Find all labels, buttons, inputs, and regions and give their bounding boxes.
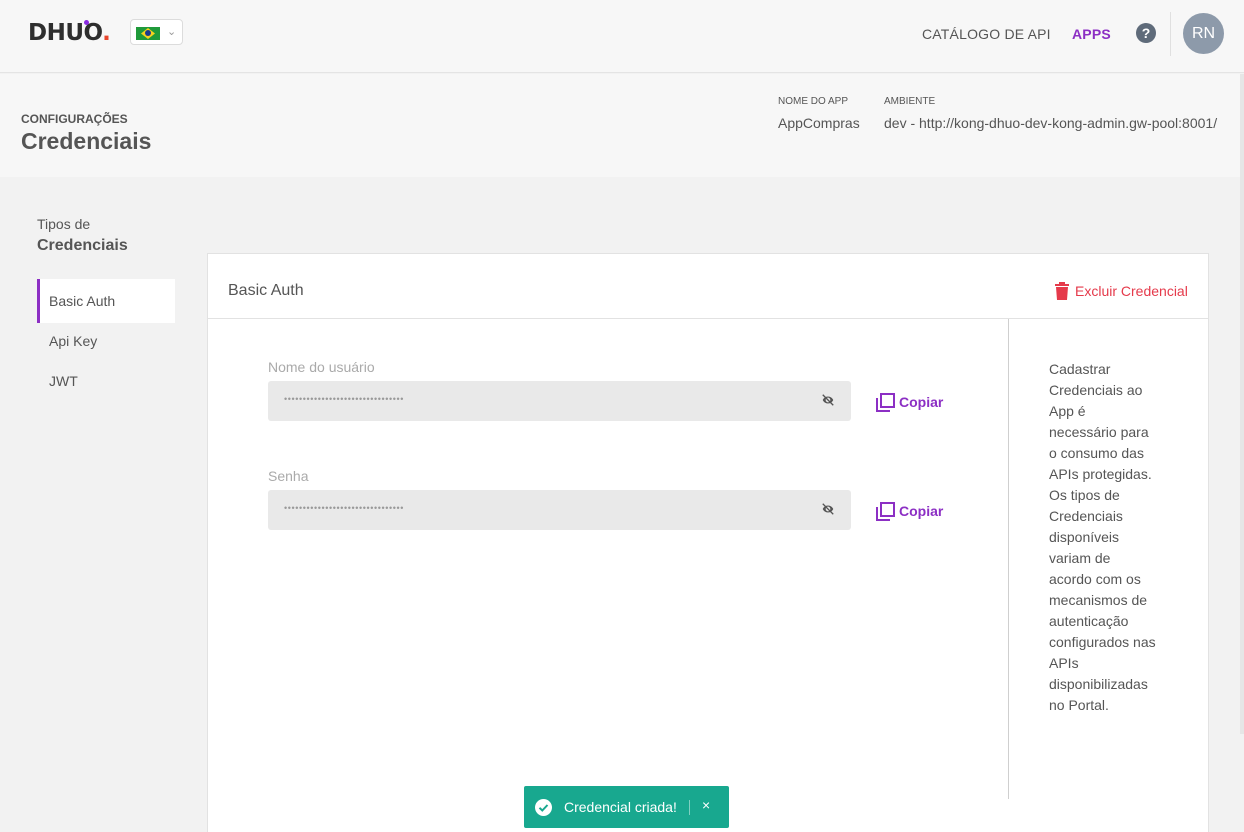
card-divider [1008, 319, 1009, 799]
username-field[interactable]: •••••••••••••••••••••••••••••••• [268, 381, 851, 421]
toast-message: Credencial criada! [564, 799, 677, 815]
help-icon[interactable]: ? [1136, 23, 1156, 43]
logo-accent-dot [84, 20, 89, 25]
success-toast: Credencial criada! × [524, 786, 729, 828]
environment-value: dev - http://kong-dhuo-dev-kong-admin.gw… [884, 115, 1218, 131]
top-navbar: DHUO. ⌄ CATÁLOGO DE API APPS ? RN [0, 0, 1244, 73]
copy-password-label: Copiar [899, 503, 944, 519]
credential-card: Basic Auth Excluir Credencial Nome do us… [207, 253, 1209, 832]
password-value: •••••••••••••••••••••••••••••••• [284, 503, 405, 513]
logo-text: DHUO [28, 20, 103, 46]
chevron-down-icon: ⌄ [167, 26, 177, 38]
language-selector[interactable]: ⌄ [130, 19, 183, 45]
username-value: •••••••••••••••••••••••••••••••• [284, 394, 405, 404]
logo-period: . [102, 20, 111, 46]
close-icon[interactable]: × [702, 797, 710, 813]
brazil-flag-icon [136, 27, 160, 40]
eye-off-icon[interactable] [821, 393, 835, 407]
copy-username-label: Copiar [899, 394, 944, 410]
sidebar-item-jwt[interactable]: JWT [37, 359, 175, 403]
sidebar-title: Credenciais [37, 237, 128, 254]
sidebar-item-api-key[interactable]: Api Key [37, 319, 175, 363]
nav-catalog-link[interactable]: CATÁLOGO DE API [922, 26, 1051, 42]
credentials-help-text: Cadastrar Credenciais ao App é necessári… [1049, 361, 1156, 713]
eye-off-icon[interactable] [821, 502, 835, 516]
nav-apps-link[interactable]: APPS [1072, 26, 1111, 42]
page-header: CONFIGURAÇÕES Credenciais NOME DO APP Ap… [0, 74, 1244, 177]
password-label: Senha [268, 468, 309, 484]
page-eyebrow: CONFIGURAÇÕES [21, 112, 128, 126]
sidebar-item-basic-auth[interactable]: Basic Auth [37, 279, 175, 323]
copy-icon [876, 501, 895, 521]
dhuo-logo[interactable]: DHUO. [28, 20, 111, 46]
app-name-label: NOME DO APP [778, 96, 849, 107]
check-circle-icon [535, 799, 552, 816]
app-name-value: AppCompras [778, 115, 860, 131]
copy-password-button[interactable]: Copiar [876, 499, 943, 523]
nav-divider [1170, 12, 1171, 56]
delete-credential-button[interactable]: Excluir Credencial [1055, 281, 1188, 301]
page-title: Credenciais [21, 128, 152, 154]
page-scrollbar[interactable] [1240, 74, 1244, 734]
password-field[interactable]: •••••••••••••••••••••••••••••••• [268, 490, 851, 530]
delete-credential-label: Excluir Credencial [1075, 283, 1188, 299]
username-label: Nome do usuário [268, 359, 375, 375]
copy-username-button[interactable]: Copiar [876, 390, 943, 414]
card-header: Basic Auth Excluir Credencial [208, 254, 1208, 319]
copy-icon [876, 392, 895, 412]
environment-label: AMBIENTE [884, 96, 936, 107]
sidebar-eyebrow: Tipos de [37, 216, 91, 232]
trash-icon [1055, 282, 1069, 300]
user-avatar[interactable]: RN [1183, 13, 1224, 54]
toast-divider [689, 800, 690, 815]
card-title: Basic Auth [228, 282, 304, 299]
